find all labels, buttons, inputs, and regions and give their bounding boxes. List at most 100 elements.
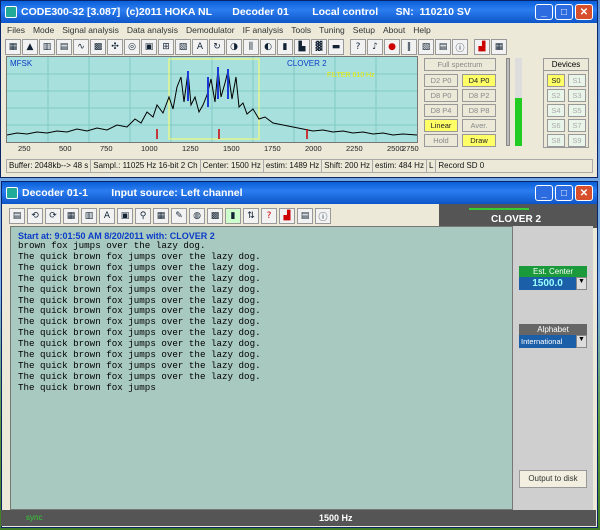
menu-item-help[interactable]: Help (409, 23, 434, 37)
bars-icon[interactable]: ▟ (474, 39, 490, 55)
mode-banner-box: CLOVER 2 (439, 204, 597, 228)
edit-icon[interactable]: ✎ (171, 208, 187, 224)
help-icon[interactable]: ? (350, 39, 366, 55)
meter-icon[interactable]: ▟ (279, 208, 295, 224)
about-icon[interactable]: ⓘ (315, 208, 331, 224)
decoder-minimize-icon[interactable]: _ (535, 185, 553, 201)
layout-icon[interactable]: ▤ (9, 208, 25, 224)
menu-item-setup[interactable]: Setup (349, 23, 379, 37)
menu-item-tuning[interactable]: Tuning (315, 23, 349, 37)
text-icon[interactable]: A (192, 39, 208, 55)
eye-icon[interactable]: ◐ (260, 39, 276, 55)
info-icon[interactable]: ⓘ (452, 39, 468, 55)
card-icon[interactable]: ▬ (328, 39, 344, 55)
spectrum-btn-d8-p4[interactable]: D8 P4 (424, 104, 458, 117)
device-s2[interactable]: S2 (547, 89, 565, 102)
est-center-dropdown-icon[interactable]: ▼ (576, 277, 587, 290)
main-title: CODE300-32 [3.087] (c)2011 HOKA NL Decod… (21, 6, 471, 18)
spectrum-btn-d8-p2[interactable]: D8 P2 (462, 89, 496, 102)
status-field: Record SD 0 (435, 159, 593, 173)
menu-item-if-analysis[interactable]: IF analysis (239, 23, 288, 37)
device-s4[interactable]: S4 (547, 104, 565, 117)
main-title-bar[interactable]: CODE300-32 [3.087] (c)2011 HOKA NL Decod… (1, 1, 597, 23)
search-icon[interactable]: ⚲ (135, 208, 151, 224)
print-icon[interactable]: ▤ (297, 208, 313, 224)
bits-counter-icon[interactable]: ▓ (311, 39, 327, 55)
spectrum-btn-draw[interactable]: Draw (462, 134, 496, 147)
save-icon[interactable]: ▧ (418, 39, 434, 55)
spectrum-btn-d2-p0[interactable]: D2 P0 (424, 74, 458, 87)
level-meter[interactable] (503, 58, 527, 148)
font-icon[interactable]: A (99, 208, 115, 224)
menu-item-mode[interactable]: Mode (29, 23, 58, 37)
fft-icon[interactable]: ⫼ (243, 39, 259, 55)
decoder-close-icon[interactable]: ✕ (575, 185, 593, 201)
menu-item-tools[interactable]: Tools (287, 23, 315, 37)
device-s8[interactable]: S8 (547, 134, 565, 147)
dial-icon[interactable]: ◍ (189, 208, 205, 224)
book-icon[interactable]: ▤ (435, 39, 451, 55)
sonagram-icon[interactable]: ▤ (56, 39, 72, 55)
decoded-text-area[interactable]: Start at: 9:01:50 AM 8/20/2011 with: CLO… (10, 226, 513, 510)
clipboard-icon[interactable]: ▣ (117, 208, 133, 224)
decoder-footer: sync 1500 Hz (1, 510, 596, 526)
reload-icon[interactable]: ⟲ (27, 208, 43, 224)
minimize-icon[interactable]: _ (535, 4, 553, 20)
waterfall-icon[interactable]: ▥ (39, 39, 55, 55)
device-s6[interactable]: S6 (547, 119, 565, 132)
menu-item-files[interactable]: Files (3, 23, 29, 37)
filter-icon[interactable]: ◑ (226, 39, 242, 55)
analyzer-icon[interactable]: ▮ (225, 208, 241, 224)
mode-label: MFSK (10, 59, 33, 68)
alphabet-dropdown-icon[interactable]: ▼ (576, 335, 587, 348)
decoder-title-bar[interactable]: Decoder 01-1 Input source: Left channel … (2, 182, 597, 204)
open-icon[interactable]: ▦ (5, 39, 21, 55)
save-data-icon[interactable]: ▦ (63, 208, 79, 224)
menu-item-about[interactable]: About (379, 23, 409, 37)
stats-icon[interactable]: ▧ (175, 39, 191, 55)
spectrum-icon[interactable]: ▲ (22, 39, 38, 55)
matrix-icon[interactable]: ⊞ (158, 39, 174, 55)
menu-item-demodulator[interactable]: Demodulator (182, 23, 239, 37)
device-s9[interactable]: S9 (568, 134, 586, 147)
device-s3[interactable]: S3 (568, 89, 586, 102)
record-icon[interactable]: ● (384, 39, 400, 55)
alphabet-box: Alphabet International ▼ (519, 324, 587, 348)
device-s1[interactable]: S1 (568, 74, 586, 87)
rotate-icon[interactable]: ↻ (209, 39, 225, 55)
swap-icon[interactable]: ⇅ (243, 208, 259, 224)
bits-icon[interactable]: ▣ (141, 39, 157, 55)
device-s5[interactable]: S5 (568, 104, 586, 117)
save-text-icon[interactable]: ▥ (81, 208, 97, 224)
device-s0[interactable]: S0 (547, 74, 565, 87)
devices-icon[interactable]: ▦ (491, 39, 507, 55)
bitgrid-icon[interactable]: ▩ (207, 208, 223, 224)
spectrum-btn-linear[interactable]: Linear (424, 119, 458, 132)
menu-item-data-analysis[interactable]: Data analysis (123, 23, 182, 37)
menu-item-signal-analysis[interactable]: Signal analysis (58, 23, 123, 37)
maximize-icon[interactable]: □ (555, 4, 573, 20)
spectrum-btn-hold[interactable]: Hold (424, 134, 458, 147)
scope-icon[interactable]: ∿ (73, 39, 89, 55)
audio-icon[interactable]: ♪ (367, 39, 383, 55)
output-to-disk-button[interactable]: Output to disk (519, 470, 587, 488)
spectrum-btn-d8-p0[interactable]: D8 P0 (424, 89, 458, 102)
calendar-icon[interactable]: ▦ (153, 208, 169, 224)
question-icon[interactable]: ? (261, 208, 277, 224)
spectrum-btn-full-spectrum[interactable]: Full spectrum (424, 58, 496, 71)
sync-icon[interactable]: ⟳ (45, 208, 61, 224)
histogram-icon[interactable]: ▙ (294, 39, 310, 55)
spectrum-btn-d8-p8[interactable]: D8 P8 (462, 104, 496, 117)
constellation-icon[interactable]: ✣ (107, 39, 123, 55)
pause-icon[interactable]: ‖ (401, 39, 417, 55)
device-s7[interactable]: S7 (568, 119, 586, 132)
decoder-maximize-icon[interactable]: □ (555, 185, 573, 201)
close-icon[interactable]: ✕ (575, 4, 593, 20)
level-icon[interactable]: ▮ (277, 39, 293, 55)
grid-icon[interactable]: ▩ (90, 39, 106, 55)
spectrum-btn-aver-[interactable]: Aver. (462, 119, 496, 132)
spectrum-display[interactable]: MFSK CLOVER 2 FILTER 610 Hz (6, 56, 418, 143)
phase-icon[interactable]: ◎ (124, 39, 140, 55)
spectrum-btn-d4-p0[interactable]: D4 P0 (462, 74, 496, 87)
alphabet-select[interactable]: International (519, 335, 576, 348)
